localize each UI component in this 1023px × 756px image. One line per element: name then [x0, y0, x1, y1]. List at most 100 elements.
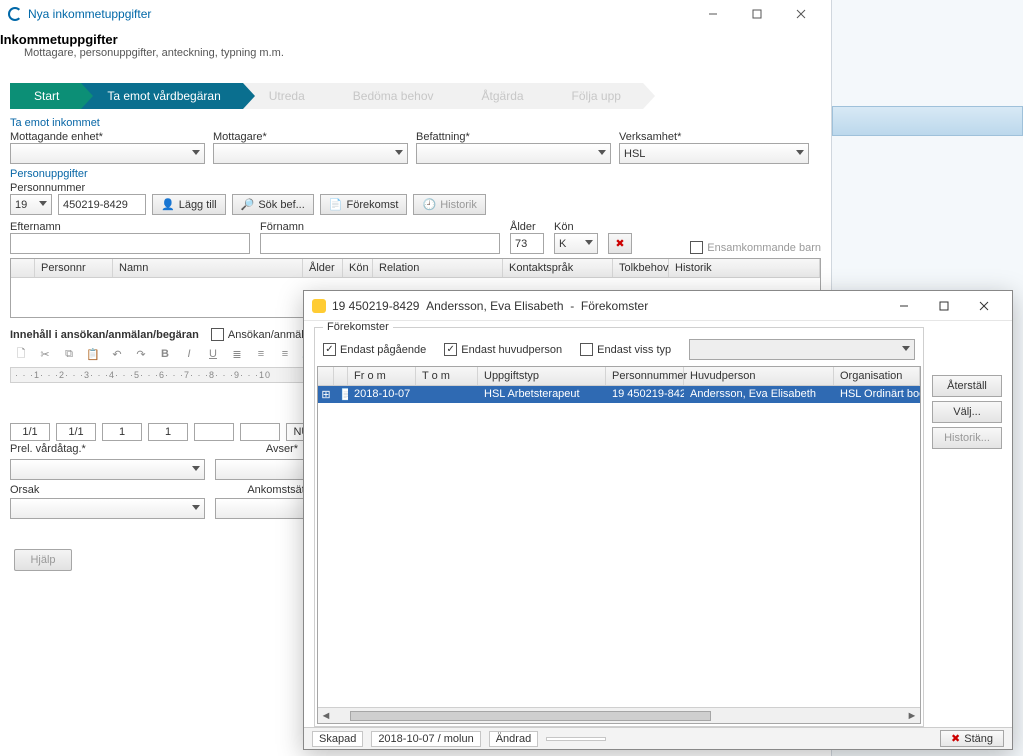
pnr-value: 450219-8429: [63, 199, 128, 211]
grid-row-selected[interactable]: ⊞ 📄 2018-10-07 HSL Arbetsterapeut 19 450…: [318, 386, 920, 403]
gh-expand: [318, 367, 334, 385]
page-title: Inkommetuppgifter: [0, 32, 823, 47]
filter-huvud[interactable]: ✓Endast huvudperson: [444, 343, 562, 356]
gh-from[interactable]: Fr o m: [348, 367, 416, 385]
tb-undo[interactable]: ↶: [106, 343, 128, 365]
filter-type-combo[interactable]: [689, 339, 915, 360]
gh-upp[interactable]: Uppgiftstyp: [478, 367, 606, 385]
checkbox-checked-icon: ✓: [323, 343, 336, 356]
stang-button[interactable]: ✖ Stäng: [940, 730, 1004, 747]
select-mottagande[interactable]: [10, 143, 205, 164]
sok-bef-button[interactable]: 🔎Sök bef...: [232, 194, 314, 215]
clear-button[interactable]: ✖: [608, 233, 632, 254]
search-icon: 🔎: [241, 198, 255, 211]
select-mottagare[interactable]: [213, 143, 408, 164]
gh-pnr[interactable]: Personnummer: [606, 367, 684, 385]
select-verksamhet[interactable]: HSL: [619, 143, 809, 164]
step-ta-emot[interactable]: Ta emot vårdbegäran: [81, 83, 242, 109]
step-bedoma[interactable]: Bedöma behov: [327, 83, 456, 109]
scroll-thumb[interactable]: [350, 711, 711, 721]
forekomster-dialog: 19 450219-8429 Andersson, Eva Elisabeth …: [303, 290, 1013, 750]
modal-title-name: Andersson, Eva Elisabeth: [426, 299, 563, 313]
tb-copy[interactable]: ⧉: [58, 343, 80, 365]
gh-hp[interactable]: Huvudperson: [684, 367, 834, 385]
select-prel[interactable]: [10, 459, 205, 480]
select-kon[interactable]: K: [554, 233, 598, 254]
maximize-button[interactable]: [735, 0, 779, 28]
modal-main: Förekomster ✓Endast pågående ✓Endast huv…: [314, 327, 924, 727]
th-historik[interactable]: Historik: [669, 259, 820, 277]
section-intake: Ta emot inkommet Mottagande enhet* Motta…: [0, 115, 831, 166]
ensamkommande-checkbox[interactable]: Ensamkommande barn: [690, 241, 821, 254]
tb-underline[interactable]: U: [202, 343, 224, 365]
tb-cut[interactable]: ✂: [34, 343, 56, 365]
th-personnr[interactable]: Personnr: [35, 259, 113, 277]
content-title: Innehåll i ansökan/anmälan/begäran: [10, 329, 199, 341]
tb-new[interactable]: 🗋: [10, 343, 32, 365]
tb-bold[interactable]: B: [154, 343, 176, 365]
minimize-button[interactable]: [691, 0, 735, 28]
close-button[interactable]: [779, 0, 823, 28]
tb-redo[interactable]: ↷: [130, 343, 152, 365]
list-icon: 📄: [329, 198, 343, 211]
th-alder[interactable]: Ålder: [303, 259, 343, 277]
forekomster-grid: Fr o m T o m Uppgiftstyp Personnummer Hu…: [317, 366, 921, 724]
person-add-icon: 👤: [161, 198, 175, 211]
step-atgarda[interactable]: Åtgärda: [456, 83, 546, 109]
select-orsak[interactable]: [10, 498, 205, 519]
label-ankomst: Ankomstsätt: [247, 484, 308, 496]
modal-close-button[interactable]: [964, 294, 1004, 318]
th-kontakt[interactable]: Kontaktspråk: [503, 259, 613, 277]
step-utreda[interactable]: Utreda: [243, 83, 327, 109]
th-kon[interactable]: Kön: [343, 259, 373, 277]
clear-x-icon: ✖: [615, 237, 624, 250]
select-century[interactable]: 19: [10, 194, 52, 215]
page-subtitle: Mottagare, personuppgifter, anteckning, …: [24, 47, 823, 59]
tb-align-left[interactable]: ≡: [250, 343, 272, 365]
modal-historik-button[interactable]: Historik...: [932, 427, 1002, 449]
row-expand-icon[interactable]: ⊞: [318, 386, 334, 403]
scroll-right-icon[interactable]: ►: [904, 708, 920, 724]
step-folja[interactable]: Följa upp: [546, 83, 643, 109]
lagg-till-button[interactable]: 👤Lägg till: [152, 194, 226, 215]
checkbox-icon: [211, 328, 224, 341]
grid-h-scrollbar[interactable]: ◄ ►: [318, 707, 920, 723]
input-fornamn[interactable]: [260, 233, 500, 254]
input-alder[interactable]: 73: [510, 233, 544, 254]
valj-button[interactable]: Välj...: [932, 401, 1002, 423]
filter-pagaende[interactable]: ✓Endast pågående: [323, 343, 426, 356]
input-pnr[interactable]: 450219-8429: [58, 194, 146, 215]
window-title: Nya inkommetuppgifter: [28, 7, 151, 21]
ansokan-checkbox[interactable]: Ansökan/anmälan: [211, 328, 316, 341]
forekomst-button[interactable]: 📄Förekomst: [320, 194, 408, 215]
select-ankomst[interactable]: [215, 498, 305, 519]
tb-list[interactable]: ≣: [226, 343, 248, 365]
intake-title: Ta emot inkommet: [10, 117, 821, 129]
person-table-header: Personnr Namn Ålder Kön Relation Kontakt…: [11, 259, 820, 278]
modal-minimize-button[interactable]: [884, 294, 924, 318]
th-namn[interactable]: Namn: [113, 259, 303, 277]
gh-org[interactable]: Organisation: [834, 367, 920, 385]
status-line: 1: [102, 423, 142, 441]
modal-icon: [312, 299, 326, 313]
step-start[interactable]: Start: [10, 83, 81, 109]
aterstall-button[interactable]: Återställ: [932, 375, 1002, 397]
close-x-icon: ✖: [951, 732, 960, 745]
historik-button[interactable]: 🕘Historik: [413, 194, 485, 215]
tb-paste[interactable]: 📋: [82, 343, 104, 365]
select-avser[interactable]: [215, 459, 305, 480]
input-efternamn[interactable]: [10, 233, 250, 254]
background-ribbon: [832, 106, 1023, 136]
help-button[interactable]: Hjälp: [14, 549, 72, 571]
th-relation[interactable]: Relation: [373, 259, 503, 277]
filter-visstyp[interactable]: Endast viss typ: [580, 343, 671, 356]
select-befattning[interactable]: [416, 143, 611, 164]
modal-maximize-button[interactable]: [924, 294, 964, 318]
scroll-left-icon[interactable]: ◄: [318, 708, 334, 724]
th-tolk[interactable]: Tolkbehov: [613, 259, 669, 277]
tb-italic[interactable]: I: [178, 343, 200, 365]
tb-align-center[interactable]: ≡: [274, 343, 296, 365]
gh-tom[interactable]: T o m: [416, 367, 478, 385]
status-col: 1: [148, 423, 188, 441]
row-pnr: 19 450219-8429: [606, 386, 684, 403]
